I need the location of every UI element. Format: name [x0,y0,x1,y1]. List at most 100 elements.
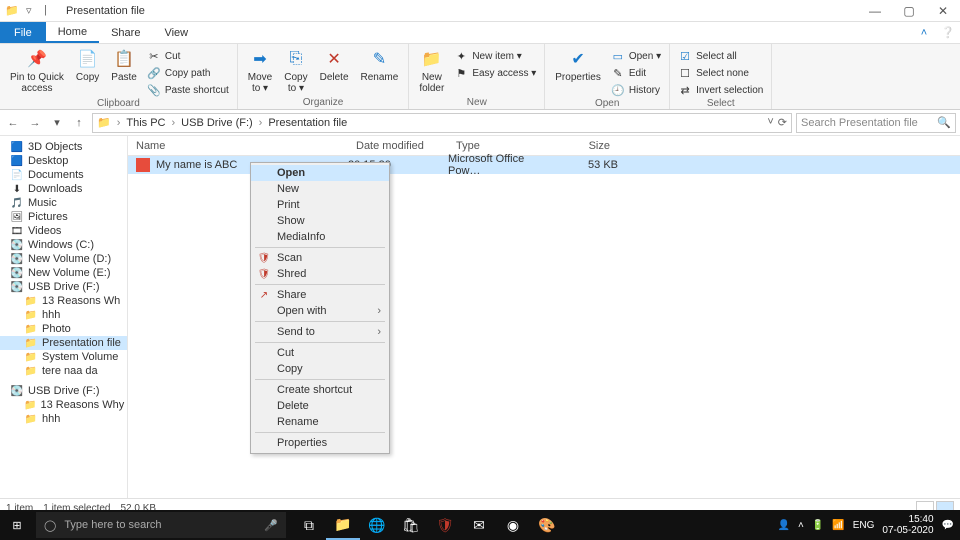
context-item[interactable]: MediaInfo [251,229,389,245]
context-item[interactable]: Properties [251,435,389,451]
mcafee-icon[interactable]: 🛡 [428,510,462,540]
close-button[interactable]: ✕ [926,0,960,22]
edit-button[interactable]: ✎Edit [609,65,663,81]
qat-dropdown-icon[interactable]: ▿ [26,4,40,18]
mail-icon[interactable]: ✉ [462,510,496,540]
easy-access-button[interactable]: ⚑Easy access ▾ [452,65,538,81]
context-item[interactable]: Copy [251,361,389,377]
move-to-button[interactable]: ➡Move to ▾ [244,46,276,96]
taskbar-search[interactable]: ◯ Type here to search 🎤 [36,512,286,538]
file-explorer-icon[interactable]: 📁 [326,510,360,540]
nav-item[interactable]: 💽USB Drive (F:) [0,280,127,294]
select-none-button[interactable]: ☐Select none [676,65,765,81]
invert-selection-button[interactable]: ⇄Invert selection [676,82,765,98]
help-icon[interactable]: ❔ [936,22,960,43]
nav-item[interactable]: 📁hhh [0,412,127,426]
clock[interactable]: 15:40 07-05-2020 [882,514,933,536]
nav-item[interactable]: 📁tere naa da [0,364,127,378]
nav-item[interactable]: 📁hhh [0,308,127,322]
search-input[interactable]: Search Presentation file 🔍 [796,113,956,133]
open-button[interactable]: ▭Open ▾ [609,48,663,64]
nav-item[interactable]: 💽USB Drive (F:) [0,384,127,398]
context-item[interactable]: Send to› [251,324,389,340]
nav-item[interactable]: 📁Presentation file [0,336,127,350]
paint-icon[interactable]: 🎨 [530,510,564,540]
nav-item[interactable]: 💽New Volume (D:) [0,252,127,266]
nav-item[interactable]: 🟦3D Objects [0,140,127,154]
tray-chevron-icon[interactable]: ˄ [798,520,804,531]
forward-button[interactable]: → [26,114,44,132]
context-item[interactable]: Show [251,213,389,229]
context-item[interactable]: ↗Share [251,287,389,303]
crumb[interactable]: Presentation file [268,117,347,129]
home-tab[interactable]: Home [46,22,99,43]
nav-item[interactable]: 📄Documents [0,168,127,182]
address-dropdown-icon[interactable]: ˅ [767,116,773,129]
nav-item[interactable]: 🎵Music [0,196,127,210]
copy-to-button[interactable]: ⎘Copy to ▾ [280,46,311,96]
nav-item[interactable]: 📁13 Reasons Wh [0,294,127,308]
nav-item[interactable]: 🎞Videos [0,224,127,238]
store-icon[interactable]: 🛍 [394,510,428,540]
copy-button[interactable]: 📄Copy [72,46,103,85]
chrome-icon[interactable]: ◉ [496,510,530,540]
history-button[interactable]: 🕘History [609,82,663,98]
new-folder-button[interactable]: 📁New folder [415,46,448,96]
nav-item[interactable]: 🟦Desktop [0,154,127,168]
nav-item[interactable]: 💽Windows (C:) [0,238,127,252]
view-tab[interactable]: View [152,22,200,43]
paste-shortcut-button[interactable]: 📎Paste shortcut [145,82,231,98]
context-item[interactable]: New [251,181,389,197]
nav-item[interactable]: 💽New Volume (E:) [0,266,127,280]
file-tab[interactable]: File [0,22,46,43]
navigation-pane[interactable]: 🟦3D Objects🟦Desktop📄Documents⬇Downloads🎵… [0,136,128,498]
task-view-button[interactable]: ⧉ [292,510,326,540]
start-button[interactable]: ⊞ [0,519,34,532]
select-all-button[interactable]: ☑Select all [676,48,765,64]
context-item[interactable]: Create shortcut [251,382,389,398]
refresh-icon[interactable]: ⟳ [778,116,787,129]
context-item[interactable]: Open with› [251,303,389,319]
col-type[interactable]: Type [448,140,558,152]
back-button[interactable]: ← [4,114,22,132]
delete-button[interactable]: ✕Delete [316,46,353,85]
rename-button[interactable]: ✎Rename [357,46,403,85]
nav-item[interactable]: 🖼Pictures [0,210,127,224]
context-item[interactable]: 🛡Scan [251,250,389,266]
pin-to-quick-access-button[interactable]: 📌Pin to Quick access [6,46,68,96]
address-breadcrumb[interactable]: 📁 › This PC › USB Drive (F:) › Presentat… [92,113,792,133]
crumb[interactable]: USB Drive (F:) [181,117,253,129]
context-item[interactable]: 🛡Shred [251,266,389,282]
taskbar[interactable]: ⊞ ◯ Type here to search 🎤 ⧉ 📁 🌐 🛍 🛡 ✉ ◉ … [0,510,960,540]
col-size[interactable]: Size [558,140,618,152]
mic-icon[interactable]: 🎤 [264,519,278,532]
context-item[interactable]: Cut [251,345,389,361]
col-name[interactable]: Name [128,140,348,152]
context-item[interactable]: Open [251,165,389,181]
context-item[interactable]: Print [251,197,389,213]
crumb[interactable]: This PC [126,117,165,129]
context-item[interactable]: Delete [251,398,389,414]
action-center-icon[interactable]: 💬 [942,520,954,531]
battery-icon[interactable]: 🔋 [812,520,824,531]
paste-button[interactable]: 📋Paste [107,46,141,85]
language-indicator[interactable]: ENG [853,520,875,531]
new-item-button[interactable]: ✦New item ▾ [452,48,538,64]
nav-item[interactable]: 📁System Volume [0,350,127,364]
people-icon[interactable]: 👤 [778,520,790,531]
context-menu[interactable]: OpenNewPrintShowMediaInfo 🛡Scan🛡Shred ↗Sha… [250,162,390,454]
nav-item[interactable]: 📁13 Reasons Why [0,398,127,412]
context-item[interactable]: Rename [251,414,389,430]
maximize-button[interactable]: ▢ [892,0,926,22]
col-date[interactable]: Date modified [348,140,448,152]
nav-item[interactable]: 📁Photo [0,322,127,336]
nav-item[interactable]: ⬇Downloads [0,182,127,196]
cut-button[interactable]: ✂Cut [145,48,231,64]
recent-locations-button[interactable]: ▾ [48,114,66,132]
copy-path-button[interactable]: 🔗Copy path [145,65,231,81]
properties-button[interactable]: ✔Properties [551,46,605,85]
minimize-button[interactable]: — [858,0,892,22]
share-tab[interactable]: Share [99,22,152,43]
edge-icon[interactable]: 🌐 [360,510,394,540]
ribbon-minimize-icon[interactable]: ˄ [912,22,936,43]
